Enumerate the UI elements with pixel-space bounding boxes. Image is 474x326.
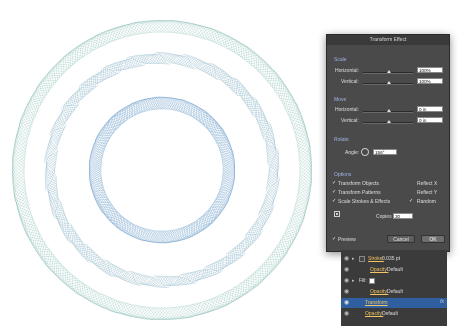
opacity-label[interactable]: Opacity: — [365, 311, 383, 317]
appearance-row-transform[interactable]: ◉ Transform fx — [341, 298, 447, 308]
appearance-row-stroke-opacity[interactable]: ◉ Opacity: Default — [341, 265, 447, 275]
move-horizontal-slider-thumb[interactable] — [387, 109, 391, 112]
visibility-eye-icon[interactable]: ◉ — [344, 289, 349, 295]
random-label: Random — [417, 199, 436, 205]
scale-horizontal-field[interactable]: 100% — [417, 67, 443, 73]
appearance-row-fill[interactable]: ◉ ▸ Fill: — [341, 276, 447, 286]
transform-effect-dialog: Transform Effect Scale Horizontal: 100% … — [326, 34, 450, 252]
angle-label: Angle: — [345, 150, 360, 156]
visibility-eye-icon[interactable]: ◉ — [344, 278, 349, 284]
reference-point-icon[interactable] — [334, 211, 340, 217]
fill-label: Fill: — [359, 278, 367, 284]
random-checkbox[interactable]: ✓ — [409, 199, 414, 204]
transform-patterns-label: Transform Patterns — [338, 190, 381, 196]
preview-label: Preview — [338, 237, 356, 243]
reflect-x-label: Reflect X — [417, 181, 438, 187]
inner-spirograph-ring — [88, 96, 236, 244]
move-vertical-field[interactable]: 0 in — [417, 117, 443, 123]
copies-label: Copies — [376, 214, 392, 220]
move-horizontal-label: Horizontal: — [335, 107, 359, 113]
visibility-eye-icon[interactable]: ◉ — [344, 267, 349, 273]
scale-horizontal-slider-thumb[interactable] — [387, 70, 391, 73]
angle-dial-icon[interactable] — [361, 148, 369, 156]
stroke-opacity-value: Default — [387, 267, 403, 273]
stroke-opacity-label[interactable]: Opacity: — [370, 267, 388, 273]
expand-triangle-icon[interactable]: ▸ — [352, 278, 355, 284]
middle-spirograph-ring — [44, 52, 280, 288]
move-horizontal-field[interactable]: 0 in — [417, 106, 443, 112]
scale-heading: Scale — [334, 57, 347, 63]
reflect-x-checkbox[interactable] — [409, 181, 414, 186]
fill-opacity-value: Default — [387, 289, 403, 295]
move-vertical-label: Vertical: — [341, 118, 359, 124]
preview-checkbox[interactable]: ✓ — [332, 237, 337, 242]
rotate-heading: Rotate — [334, 137, 349, 143]
options-heading: Options — [334, 172, 352, 178]
ok-button[interactable]: OK — [421, 235, 445, 243]
reflect-y-checkbox[interactable] — [409, 190, 414, 195]
expand-triangle-icon[interactable]: ▸ — [352, 256, 355, 262]
move-vertical-slider-thumb[interactable] — [387, 120, 391, 123]
appearance-row-stroke[interactable]: ◉ ▸ Stroke: 0.035 pt — [341, 254, 447, 264]
visibility-eye-icon[interactable]: ◉ — [344, 311, 349, 317]
transform-objects-label: Transform Objects — [338, 181, 379, 187]
visibility-eye-icon[interactable]: ◉ — [344, 300, 349, 306]
opacity-value: Default — [382, 311, 398, 317]
fill-swatch[interactable] — [369, 278, 375, 284]
fx-icon[interactable]: fx — [440, 299, 444, 305]
appearance-row-opacity[interactable]: ◉ Opacity: Default — [341, 309, 447, 319]
angle-field[interactable]: 156° — [373, 149, 397, 155]
stroke-value: 0.035 pt — [382, 256, 401, 262]
visibility-eye-icon[interactable]: ◉ — [344, 256, 349, 262]
move-heading: Move — [334, 97, 347, 103]
scale-vertical-field[interactable]: 100% — [417, 78, 443, 84]
transform-effect-label[interactable]: Transform — [365, 300, 388, 306]
scale-vertical-slider-thumb[interactable] — [387, 81, 391, 84]
transform-objects-checkbox[interactable]: ✓ — [332, 181, 337, 186]
appearance-panel: ◉ ▸ Stroke: 0.035 pt ◉ Opacity: Default … — [341, 250, 447, 326]
scale-strokes-checkbox[interactable]: ✓ — [332, 199, 337, 204]
stroke-swatch[interactable] — [359, 256, 365, 262]
reflect-y-label: Reflect Y — [417, 190, 438, 196]
scale-vertical-label: Vertical: — [341, 79, 359, 85]
scale-strokes-label: Scale Strokes & Effects — [338, 199, 391, 205]
dialog-title: Transform Effect — [327, 35, 449, 45]
fill-opacity-label[interactable]: Opacity: — [370, 289, 388, 295]
appearance-row-fill-opacity[interactable]: ◉ Opacity: Default — [341, 287, 447, 297]
copies-field[interactable]: 30 — [393, 213, 413, 219]
scale-horizontal-label: Horizontal: — [335, 68, 359, 74]
outer-spirograph-ring — [12, 20, 312, 320]
cancel-button[interactable]: Cancel — [387, 235, 415, 243]
transform-patterns-checkbox[interactable]: ✓ — [332, 190, 337, 195]
